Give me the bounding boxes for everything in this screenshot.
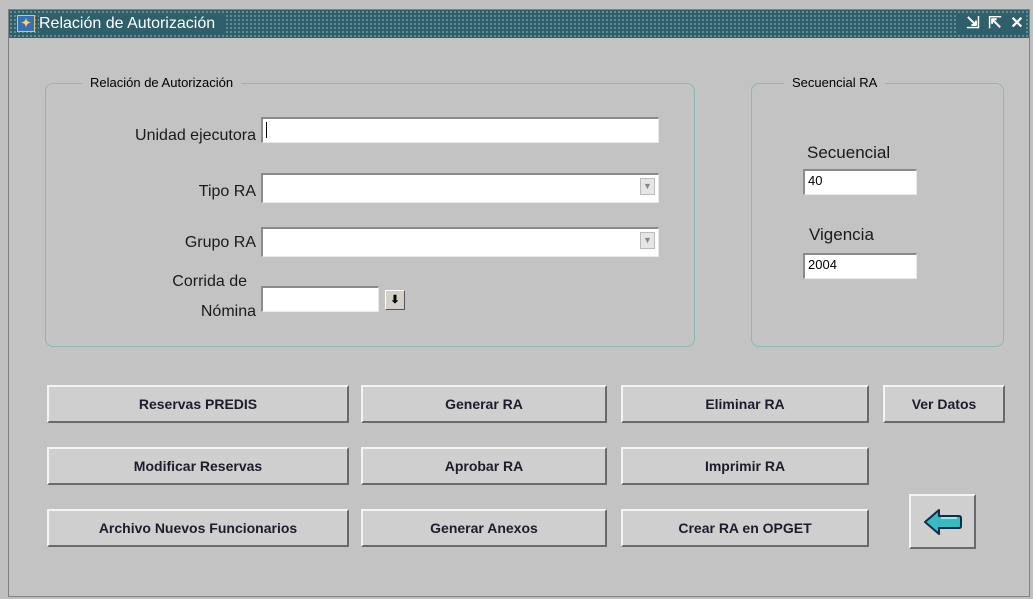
vigencia-input[interactable]: 2004 <box>803 253 917 279</box>
tipo-ra-select[interactable]: ▼ <box>261 173 659 203</box>
minimize-icon[interactable]: ⇲ <box>965 14 981 34</box>
generar-ra-button[interactable]: Generar RA <box>361 385 607 423</box>
tipo-ra-label: Tipo RA <box>198 183 256 200</box>
grupo-ra-select[interactable]: ▼ <box>261 227 659 257</box>
eliminar-ra-button[interactable]: Eliminar RA <box>621 385 869 423</box>
modificar-reservas-button[interactable]: Modificar Reservas <box>47 447 349 485</box>
window-title: Relación de Autorización <box>39 14 226 34</box>
main-window: ✦ Relación de Autorización ⇲ ⇱ ✕ Relació… <box>8 9 1030 597</box>
maximize-icon[interactable]: ⇱ <box>987 14 1003 34</box>
vigencia-label: Vigencia <box>809 225 874 244</box>
app-icon[interactable]: ✦ <box>17 15 35 32</box>
reservas-predis-button[interactable]: Reservas PREDIS <box>47 385 349 423</box>
title-bar[interactable]: ✦ Relación de Autorización ⇲ ⇱ ✕ <box>9 10 1029 38</box>
grupo-ra-label: Grupo RA <box>184 234 256 251</box>
archivo-nuevos-funcionarios-button[interactable]: Archivo Nuevos Funcionarios <box>47 509 349 547</box>
unidad-ejecutora-label: Unidad ejecutora <box>135 127 256 144</box>
download-arrow-icon: ⬇ <box>390 294 400 306</box>
corrida-nomina-label-line2: Nómina <box>200 303 256 320</box>
secuencial-group: Secuencial RA <box>751 75 1004 347</box>
imprimir-ra-button[interactable]: Imprimir RA <box>621 447 869 485</box>
aprobar-ra-button[interactable]: Aprobar RA <box>361 447 607 485</box>
chevron-down-icon[interactable]: ▼ <box>640 232 655 249</box>
ver-datos-button[interactable]: Ver Datos <box>883 385 1005 423</box>
list-of-values-button[interactable]: ⬇ <box>385 290 405 310</box>
secuencial-label: Secuencial <box>807 143 891 162</box>
back-button[interactable] <box>909 494 976 549</box>
chevron-down-icon[interactable]: ▼ <box>640 178 655 195</box>
text-cursor <box>266 122 267 138</box>
secuencial-input[interactable]: 40 <box>803 169 917 195</box>
corrida-nomina-input[interactable] <box>261 286 379 312</box>
crear-ra-opget-button[interactable]: Crear RA en OPGET <box>621 509 869 547</box>
close-icon[interactable]: ✕ <box>1009 14 1025 34</box>
generar-anexos-button[interactable]: Generar Anexos <box>361 509 607 547</box>
secuencial-group-title: Secuencial RA <box>784 75 886 91</box>
window-controls: ⇲ ⇱ ✕ <box>957 14 1025 34</box>
unidad-ejecutora-input[interactable] <box>261 117 659 143</box>
corrida-nomina-label-line1: Corrida de <box>172 273 247 290</box>
relacion-group-title: Relación de Autorización <box>82 75 242 91</box>
back-arrow-icon <box>923 508 962 535</box>
